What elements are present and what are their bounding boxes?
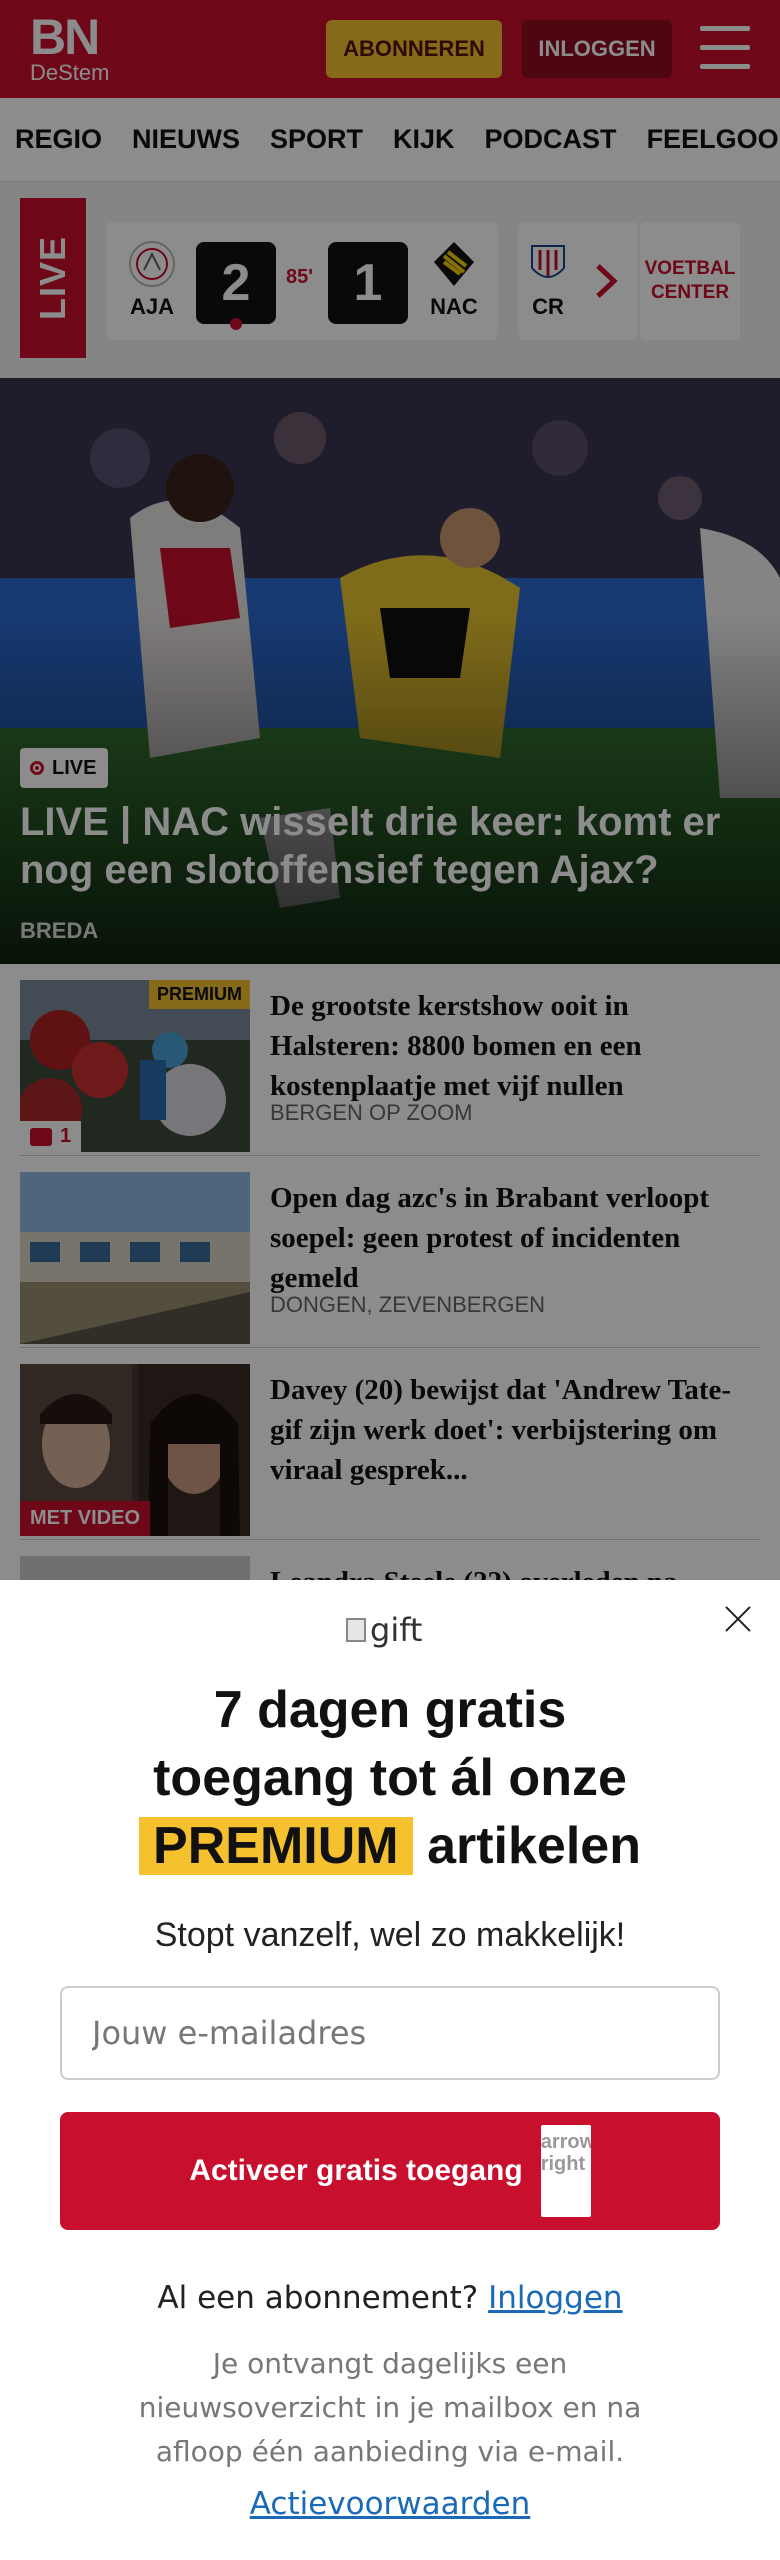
terms-link[interactable]: Actievoorwaarden <box>0 2486 780 2522</box>
headline-line-2: toegang tot ál onze <box>153 1749 627 1807</box>
have-subscription-text: Al een abonnement? <box>157 2280 479 2316</box>
premium-highlight: PREMIUM <box>139 1817 413 1875</box>
close-icon[interactable] <box>718 1600 758 1640</box>
modal-headline: 7 dagen gratis toegang tot ál onze PREMI… <box>0 1676 780 1880</box>
gift-icon: gift <box>346 1610 422 1650</box>
email-input[interactable] <box>60 1986 720 2080</box>
headline-line-3: PREMIUM artikelen <box>0 1812 780 1880</box>
broken-image-icon <box>346 1618 366 1642</box>
info-text: Je ontvangt dagelijks een nieuwsoverzich… <box>138 2347 642 2468</box>
arrow-right-icon: arrow-right <box>540 2125 591 2217</box>
login-prompt: Al een abonnement? Inloggen <box>0 2280 780 2316</box>
headline-line-3-text: artikelen <box>427 1817 641 1875</box>
trial-modal: gift 7 dagen gratis toegang tot ál onze … <box>0 1580 780 2560</box>
headline-line-1: 7 dagen gratis <box>213 1681 567 1739</box>
modal-backdrop[interactable] <box>0 0 780 1580</box>
gift-alt-text: gift <box>370 1611 423 1649</box>
login-link[interactable]: Inloggen <box>488 2280 622 2316</box>
activate-button[interactable]: Activeer gratis toegang arrow-right <box>60 2112 720 2230</box>
activate-button-label: Activeer gratis toegang <box>189 2154 523 2187</box>
modal-subline: Stopt vanzelf, wel zo makkelijk! <box>154 1916 626 1954</box>
